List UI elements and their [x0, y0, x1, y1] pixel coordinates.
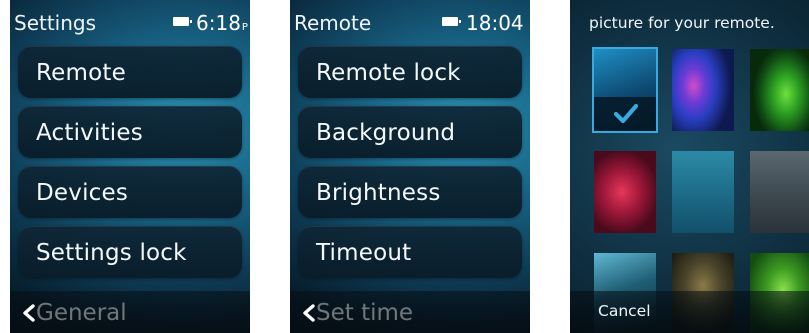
background-tile-green[interactable] — [750, 49, 809, 131]
background-tile-aurora[interactable] — [672, 49, 734, 131]
menu-item-activities[interactable]: Activities — [18, 106, 242, 158]
bottom-bar: Cancel — [570, 291, 809, 333]
menu-item-devices[interactable]: Devices — [18, 166, 242, 218]
menu-item-label: Remote lock — [316, 60, 461, 86]
menu-item-background[interactable]: Background — [298, 106, 522, 158]
battery-icon — [173, 17, 192, 26]
screen-title: Remote — [294, 11, 372, 35]
bottom-bar: General — [10, 291, 250, 333]
status-bar: Settings 6:18P — [10, 0, 250, 35]
back-icon[interactable] — [21, 304, 39, 322]
clock-time: 18:04 — [466, 11, 524, 35]
clock: 6:18P — [196, 11, 248, 35]
menu-item-remote[interactable]: Remote — [18, 46, 242, 98]
selected-indicator — [594, 97, 656, 131]
clock-time: 6:18 — [196, 11, 241, 35]
picker-instruction: picture for your remote. — [589, 14, 775, 32]
menu-item-label: Timeout — [316, 240, 412, 266]
settings-screen: Settings 6:18P Remote Activities Devices… — [10, 0, 250, 333]
background-tile-red[interactable] — [594, 151, 656, 233]
menu-item-label: Devices — [36, 180, 129, 206]
bottom-bar: Set time — [290, 291, 530, 333]
cancel-button[interactable]: Cancel — [598, 302, 651, 320]
background-tile-gray[interactable] — [750, 151, 809, 233]
menu-item-label: Brightness — [316, 180, 441, 206]
menu-item-label: Background — [316, 120, 456, 146]
checkmark-icon — [613, 103, 639, 124]
menu-item-general[interactable]: General — [36, 300, 127, 326]
battery-icon — [442, 17, 461, 26]
screen-title: Settings — [14, 11, 97, 35]
menu-item-brightness[interactable]: Brightness — [298, 166, 522, 218]
menu-item-label: Remote — [36, 60, 126, 86]
back-icon[interactable] — [301, 304, 319, 322]
background-picker-screen: picture for your remote. Cancel — [570, 0, 809, 333]
clock-ampm: P — [241, 22, 248, 33]
menu-item-label: Activities — [36, 120, 143, 146]
menu-item-settings-lock[interactable]: Settings lock — [18, 226, 242, 278]
menu-item-timeout[interactable]: Timeout — [298, 226, 522, 278]
background-tile-teal[interactable] — [672, 151, 734, 233]
menu-item-remote-lock[interactable]: Remote lock — [298, 46, 522, 98]
background-tile-blue-selected[interactable] — [594, 49, 656, 131]
menu-item-label: Settings lock — [36, 240, 187, 266]
status-bar: Remote 18:04 — [290, 0, 530, 35]
remote-settings-screen: Remote 18:04 Remote lock Background Brig… — [290, 0, 530, 333]
menu-item-set-time[interactable]: Set time — [316, 300, 413, 326]
